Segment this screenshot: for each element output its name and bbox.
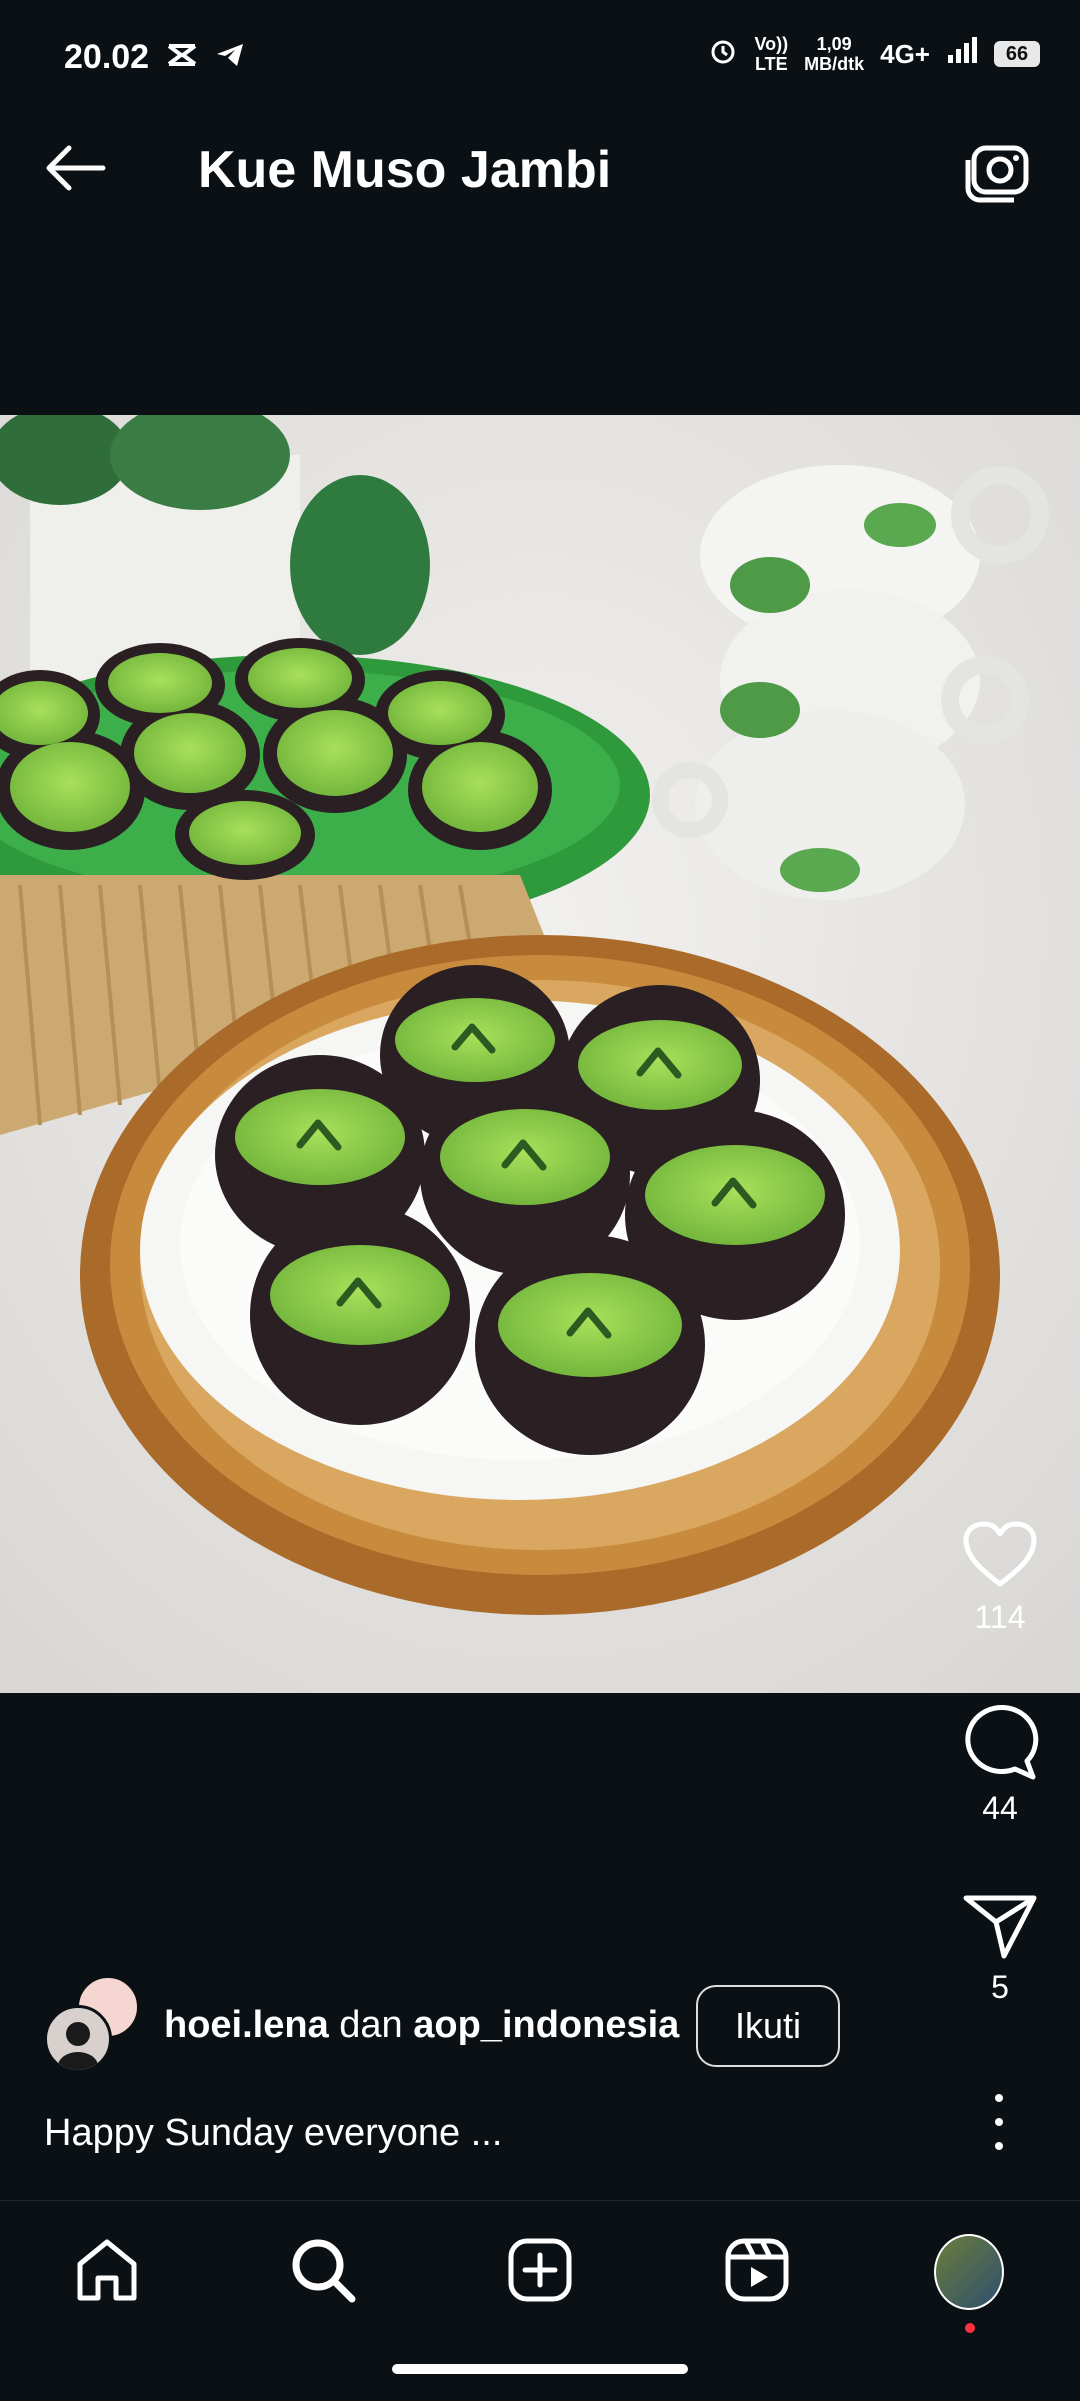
- status-left: 20.02: [64, 38, 245, 77]
- telegram-icon: [215, 38, 245, 77]
- share-count: 5: [991, 1969, 1009, 2005]
- back-button[interactable]: [40, 140, 110, 200]
- status-time: 20.02: [64, 38, 150, 76]
- share-action: 5: [920, 1892, 1080, 2006]
- status-bar: 20.02 Vo)) LTE 1,09 MB/dtk 4G+ 66: [0, 0, 1080, 100]
- network-speed: 1,09 MB/dtk: [804, 34, 865, 74]
- nav-reels[interactable]: [722, 2237, 792, 2307]
- send-icon[interactable]: [962, 1895, 1038, 1964]
- heart-icon[interactable]: [962, 1521, 1038, 1594]
- author-secondary[interactable]: aop_indonesia: [413, 2004, 679, 2046]
- comment-icon[interactable]: [961, 1705, 1039, 1785]
- back-arrow-icon: [43, 144, 107, 197]
- post-caption[interactable]: Happy Sunday everyone ...: [44, 2112, 502, 2155]
- volte-indicator: Vo)) LTE: [754, 34, 789, 74]
- like-action: 114: [920, 1520, 1080, 1636]
- home-icon: [74, 2238, 140, 2307]
- create-icon: [507, 2237, 573, 2308]
- avatar-primary: [44, 2005, 112, 2073]
- signal-icon: [946, 36, 978, 72]
- battery-indicator: 66: [994, 41, 1040, 67]
- post-image[interactable]: [0, 415, 1080, 1693]
- nav-search[interactable]: [288, 2237, 358, 2307]
- nav-create[interactable]: [505, 2237, 575, 2307]
- author-joiner: dan: [339, 2003, 403, 2046]
- author-avatars[interactable]: [44, 1975, 144, 2075]
- alarm-icon: [708, 36, 738, 73]
- search-icon: [290, 2237, 356, 2308]
- notification-dot: [965, 2323, 975, 2333]
- reels-icon: [724, 2237, 790, 2308]
- comment-count: 44: [982, 1790, 1018, 1826]
- more-icon[interactable]: [984, 2094, 1014, 2150]
- author-row: hoei.lena dan aop_indonesia: [44, 1975, 679, 2075]
- follow-button[interactable]: Ikuti: [696, 1985, 840, 2067]
- page-title: Kue Muso Jambi: [198, 141, 612, 199]
- capcut-icon: [167, 38, 197, 77]
- comment-action: 44: [920, 1705, 1080, 1827]
- nav-home[interactable]: [72, 2237, 142, 2307]
- profile-avatar: [934, 2234, 1004, 2310]
- camera-button[interactable]: [964, 138, 1036, 204]
- header: Kue Muso Jambi: [0, 100, 1080, 240]
- camera-icon: [964, 145, 1036, 208]
- home-indicator[interactable]: [392, 2364, 688, 2374]
- status-right: Vo)) LTE 1,09 MB/dtk 4G+ 66: [708, 34, 1040, 74]
- author-names[interactable]: hoei.lena dan aop_indonesia: [164, 2004, 679, 2047]
- network-type: 4G+: [880, 38, 930, 69]
- nav-profile[interactable]: [934, 2234, 1004, 2333]
- like-count: 114: [974, 1599, 1026, 1635]
- author-primary[interactable]: hoei.lena: [164, 2004, 329, 2046]
